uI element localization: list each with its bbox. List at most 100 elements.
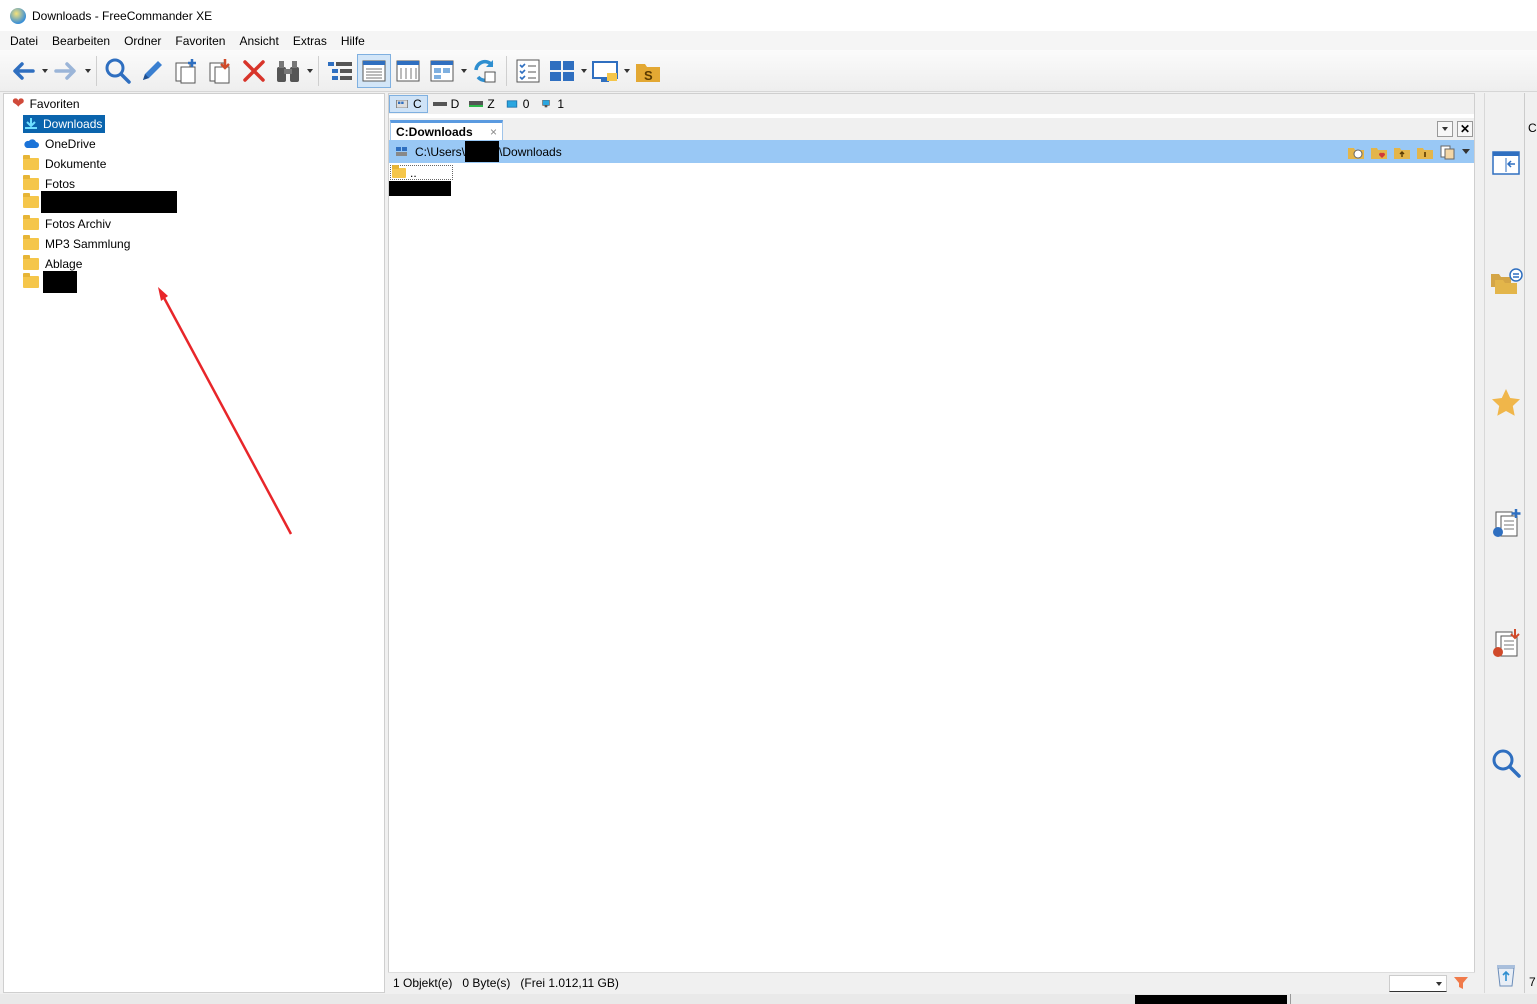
- favorite-item-redacted[interactable]: [23, 191, 177, 213]
- filter-icon[interactable]: [1453, 975, 1469, 991]
- checklist-button[interactable]: [511, 54, 545, 88]
- thumbnail-view-icon: [430, 60, 454, 81]
- favorite-item-onedrive[interactable]: OneDrive: [23, 135, 96, 153]
- detail-view-button[interactable]: [357, 53, 391, 88]
- menu-hilfe[interactable]: Hilfe: [334, 34, 372, 48]
- copy-to-button[interactable]: [1488, 505, 1524, 541]
- drive-bar: C D Z 0 1: [389, 94, 1474, 114]
- second-panel-drive-label: C: [1528, 121, 1537, 135]
- search-icon: [1492, 749, 1521, 778]
- parent-folder-icon[interactable]: [1393, 144, 1411, 160]
- root-folder-icon[interactable]: [1416, 144, 1434, 160]
- second-panel-status-digit: 7: [1529, 975, 1536, 989]
- search-button[interactable]: [101, 54, 135, 88]
- drive-c-button[interactable]: C: [389, 95, 428, 113]
- copy-add-icon: [1493, 509, 1521, 537]
- history-folder-icon[interactable]: [1347, 144, 1365, 160]
- favorite-item-label: Fotos Archiv: [45, 217, 112, 231]
- cloud-drive-icon: [506, 100, 517, 108]
- list-view-icon: [396, 60, 420, 81]
- checklist-icon: [516, 59, 540, 82]
- drive-1-button[interactable]: 1: [534, 95, 569, 113]
- tab-downloads[interactable]: C:Downloads ×: [390, 120, 503, 141]
- back-dropdown[interactable]: [40, 54, 49, 88]
- toolbar: S: [0, 50, 1537, 92]
- hard-drive-icon: [432, 102, 447, 106]
- binoculars-button[interactable]: [271, 54, 305, 88]
- toolbar-separator: [506, 55, 507, 86]
- tab-bar: C:Downloads × ✕: [389, 118, 1474, 141]
- drive-0-button[interactable]: 0: [500, 95, 535, 113]
- panel-sync-button[interactable]: [1488, 145, 1524, 181]
- edit-button[interactable]: [135, 54, 169, 88]
- thumbnail-view-button[interactable]: [425, 54, 459, 88]
- compare-folders-button[interactable]: [1488, 263, 1524, 299]
- list-view-button[interactable]: [391, 54, 425, 88]
- drive-z-button[interactable]: Z: [464, 95, 499, 113]
- menu-ansicht[interactable]: Ansicht: [232, 34, 285, 48]
- copy-icon: [175, 58, 196, 83]
- refresh-button[interactable]: [468, 54, 502, 88]
- favorites-root[interactable]: ❤ Favoriten: [12, 95, 80, 113]
- move-button[interactable]: [203, 54, 237, 88]
- path-bar[interactable]: C:\Users\ \Downloads: [389, 140, 1474, 163]
- filter-select[interactable]: [1389, 974, 1447, 992]
- side-search-button[interactable]: [1488, 745, 1524, 781]
- folder-icon: [23, 175, 39, 190]
- forward-dropdown[interactable]: [83, 54, 92, 88]
- favorite-item-label: Downloads: [43, 117, 103, 131]
- arrow-right-icon: [54, 61, 76, 80]
- status-object-count: 1 Objekt(e): [393, 976, 453, 990]
- drive-label: D: [450, 97, 460, 111]
- menu-datei[interactable]: Datei: [3, 34, 45, 48]
- forward-button[interactable]: [49, 54, 83, 88]
- cloud-icon: [24, 139, 39, 148]
- redacted-taskbar-item: [1135, 995, 1287, 1004]
- layout-dropdown[interactable]: [579, 54, 588, 88]
- favorite-item-mp3-sammlung[interactable]: MP3 Sammlung: [23, 235, 130, 253]
- folder-s-button[interactable]: S: [631, 54, 665, 88]
- layout-button[interactable]: [545, 54, 579, 88]
- favorite-item-label: MP3 Sammlung: [45, 237, 131, 251]
- recycle-bin-button[interactable]: [1488, 957, 1524, 993]
- close-icon: ✕: [1459, 122, 1471, 136]
- favorite-item-dokumente[interactable]: Dokumente: [23, 155, 106, 173]
- desktop-button[interactable]: [588, 54, 622, 88]
- favorite-item-label: Fotos: [45, 177, 76, 191]
- tab-close-icon[interactable]: ×: [490, 125, 497, 139]
- move-to-button[interactable]: [1488, 625, 1524, 661]
- menu-ordner[interactable]: Ordner: [117, 34, 168, 48]
- panel-arrow-icon: [1492, 151, 1520, 175]
- favorite-item-label: Dokumente: [45, 157, 107, 171]
- path-suffix: \Downloads: [499, 144, 562, 159]
- path-prefix: C:\Users\: [415, 144, 466, 159]
- copy-path-icon[interactable]: [1439, 144, 1457, 160]
- folder-icon: [23, 255, 39, 270]
- favorites-tree-pane: ❤ Favoriten Downloads OneDrive Dokumente…: [3, 93, 385, 993]
- delete-button[interactable]: [237, 54, 271, 88]
- menu-favoriten[interactable]: Favoriten: [168, 34, 232, 48]
- menu-bar: Datei Bearbeiten Ordner Favoriten Ansich…: [0, 31, 1537, 50]
- favorite-folder-icon[interactable]: [1370, 144, 1388, 160]
- desktop-dropdown[interactable]: [622, 54, 631, 88]
- table-row[interactable]: ..: [390, 164, 453, 180]
- favorite-item-downloads[interactable]: Downloads: [23, 115, 106, 133]
- back-button[interactable]: [6, 54, 40, 88]
- favorites-star-button[interactable]: [1488, 385, 1524, 421]
- redacted-label: [43, 271, 77, 293]
- panel-close-button[interactable]: ✕: [1457, 121, 1473, 137]
- favorite-item-fotos-archiv[interactable]: Fotos Archiv: [23, 215, 111, 233]
- copy-button[interactable]: [169, 54, 203, 88]
- tree-view-icon: [328, 61, 352, 80]
- second-panel-edge: C 7: [1524, 93, 1537, 993]
- tree-view-button[interactable]: [323, 54, 357, 88]
- drive-d-button[interactable]: D: [428, 95, 465, 113]
- view-dropdown[interactable]: [459, 54, 468, 88]
- move-icon: [209, 58, 230, 83]
- menu-bearbeiten[interactable]: Bearbeiten: [45, 34, 117, 48]
- menu-extras[interactable]: Extras: [286, 34, 334, 48]
- binoculars-dropdown[interactable]: [305, 54, 314, 88]
- favorite-item-redacted[interactable]: [23, 271, 77, 293]
- panel-menu-dropdown[interactable]: [1437, 121, 1453, 137]
- path-menu-dropdown[interactable]: [1462, 149, 1470, 154]
